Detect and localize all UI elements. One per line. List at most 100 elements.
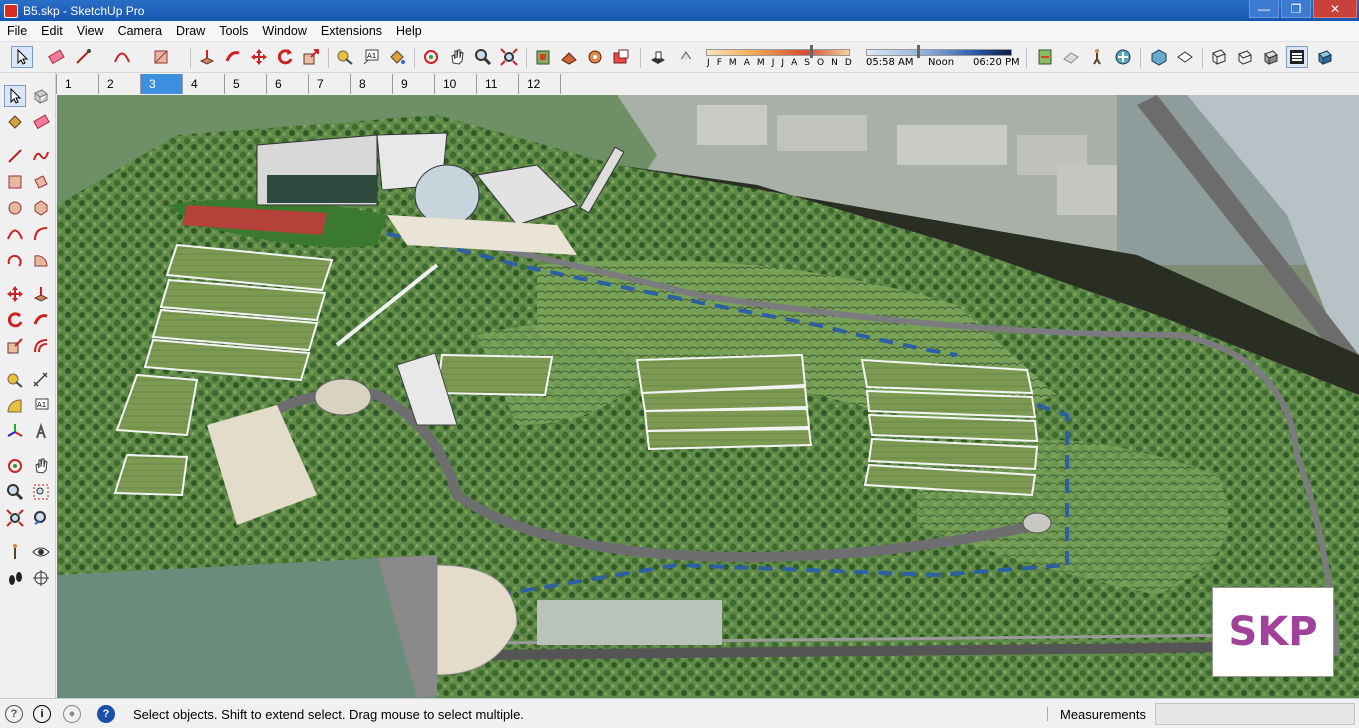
zoom-tool-icon[interactable]: [472, 46, 494, 68]
scene-tab-6[interactable]: 6: [266, 74, 308, 94]
eraser-icon[interactable]: [30, 111, 52, 133]
zoom-icon[interactable]: [4, 481, 26, 503]
follow-me-icon[interactable]: [30, 309, 52, 331]
offset-icon[interactable]: [30, 335, 52, 357]
select-icon[interactable]: [4, 85, 26, 107]
close-button[interactable]: ✕: [1313, 0, 1357, 18]
scene-tab-5[interactable]: 5: [224, 74, 266, 94]
tape-measure-tool-icon[interactable]: [334, 46, 356, 68]
pan-tool-icon[interactable]: [446, 46, 468, 68]
pie-icon[interactable]: [30, 249, 52, 271]
position-camera-icon-left[interactable]: [4, 541, 26, 563]
maximize-button[interactable]: ❐: [1281, 0, 1311, 18]
iso-view-icon[interactable]: [1148, 46, 1170, 68]
measurements-box[interactable]: [1155, 703, 1355, 725]
section-plane-icon[interactable]: [1034, 46, 1056, 68]
menu-extensions[interactable]: Extensions: [314, 24, 389, 38]
orbit-tool-icon[interactable]: [420, 46, 442, 68]
shaded-style-icon[interactable]: [1286, 46, 1308, 68]
scene-tab-10[interactable]: 10: [434, 74, 476, 94]
zoom-window-icon[interactable]: [30, 481, 52, 503]
move-icon[interactable]: [4, 283, 26, 305]
user-account-icon[interactable]: ●: [63, 705, 81, 723]
push-pull-tool-icon[interactable]: [196, 46, 218, 68]
shadow-date-slider-thumb[interactable]: [809, 45, 813, 58]
scale-tool-icon[interactable]: [300, 46, 322, 68]
paint-bucket-tool-icon[interactable]: [386, 46, 408, 68]
walk-icon[interactable]: [4, 567, 26, 589]
select-tool-icon[interactable]: [11, 46, 33, 68]
move-tool-icon[interactable]: [248, 46, 270, 68]
orbit-icon[interactable]: [4, 455, 26, 477]
circle-icon[interactable]: [4, 197, 26, 219]
minimize-button[interactable]: —: [1249, 0, 1279, 18]
shadow-date-slider[interactable]: [706, 49, 850, 56]
share-model-icon[interactable]: [558, 46, 580, 68]
look-around-icon[interactable]: [30, 541, 52, 563]
scene-tab-4[interactable]: 4: [182, 74, 224, 94]
model-viewport[interactable]: SKP: [57, 95, 1359, 698]
zoom-extents-icon[interactable]: [4, 507, 26, 529]
freehand-icon[interactable]: [30, 145, 52, 167]
scene-tab-1[interactable]: 1: [56, 74, 98, 94]
menu-window[interactable]: Window: [255, 24, 313, 38]
pencil-icon[interactable]: [4, 145, 26, 167]
fog-toggle-icon[interactable]: [675, 46, 697, 68]
menu-draw[interactable]: Draw: [169, 24, 212, 38]
pan-icon[interactable]: [30, 455, 52, 477]
scene-tab-11[interactable]: 11: [476, 74, 518, 94]
shadows-toggle-icon[interactable]: [647, 46, 669, 68]
shaded-textures-style-icon[interactable]: [1314, 46, 1336, 68]
share-component-icon[interactable]: [584, 46, 606, 68]
menu-help[interactable]: Help: [389, 24, 429, 38]
menu-camera[interactable]: Camera: [111, 24, 169, 38]
shadow-time-slider[interactable]: [866, 49, 1012, 56]
3d-text-icon[interactable]: [30, 421, 52, 443]
menu-tools[interactable]: Tools: [212, 24, 255, 38]
protractor-icon[interactable]: [4, 395, 26, 417]
rectangle-icon[interactable]: [4, 171, 26, 193]
follow-me-tool-icon[interactable]: [222, 46, 244, 68]
section-plane-icon-left[interactable]: [30, 567, 52, 589]
menu-view[interactable]: View: [70, 24, 111, 38]
three-point-arc-icon[interactable]: [4, 249, 26, 271]
instructor-help-icon[interactable]: ?: [97, 705, 115, 723]
menu-file[interactable]: File: [0, 24, 34, 38]
rotated-rectangle-icon[interactable]: [30, 171, 52, 193]
scene-tab-7[interactable]: 7: [308, 74, 350, 94]
extension-warehouse-icon[interactable]: [610, 46, 632, 68]
model-info-icon[interactable]: i: [33, 705, 51, 723]
dimension-icon[interactable]: [30, 369, 52, 391]
previous-view-icon[interactable]: [30, 507, 52, 529]
arc-tool-icon[interactable]: [111, 46, 133, 68]
xray-style-icon[interactable]: [1208, 46, 1230, 68]
scene-tab-3[interactable]: 3: [140, 74, 182, 94]
zoom-extents-tool-icon[interactable]: [498, 46, 520, 68]
geolocation-icon[interactable]: ?: [5, 705, 23, 723]
text-icon[interactable]: A1: [30, 395, 52, 417]
make-component-icon[interactable]: [30, 85, 52, 107]
menu-edit[interactable]: Edit: [34, 24, 70, 38]
line-tool-icon[interactable]: [72, 46, 94, 68]
wireframe-style-icon[interactable]: [1234, 46, 1256, 68]
push-pull-icon[interactable]: [30, 283, 52, 305]
paint-bucket-icon[interactable]: [4, 111, 26, 133]
axes-icon[interactable]: [4, 421, 26, 443]
3d-warehouse-icon[interactable]: [532, 46, 554, 68]
eraser-tool-icon[interactable]: [45, 46, 67, 68]
arc-icon[interactable]: [4, 223, 26, 245]
scale-icon[interactable]: [4, 335, 26, 357]
walk-tool-icon[interactable]: [1086, 46, 1108, 68]
rectangle-tool-icon[interactable]: [150, 46, 172, 68]
rotate-tool-icon[interactable]: [274, 46, 296, 68]
section-display-icon[interactable]: [1060, 46, 1082, 68]
hidden-line-style-icon[interactable]: [1260, 46, 1282, 68]
rotate-icon[interactable]: [4, 309, 26, 331]
tape-measure-icon[interactable]: [4, 369, 26, 391]
scene-tab-2[interactable]: 2: [98, 74, 140, 94]
scene-tab-12[interactable]: 12: [518, 74, 560, 94]
shadow-time-slider-thumb[interactable]: [917, 45, 921, 58]
scene-tab-8[interactable]: 8: [350, 74, 392, 94]
position-camera-icon[interactable]: [1112, 46, 1134, 68]
text-tool-icon[interactable]: A1: [360, 46, 382, 68]
